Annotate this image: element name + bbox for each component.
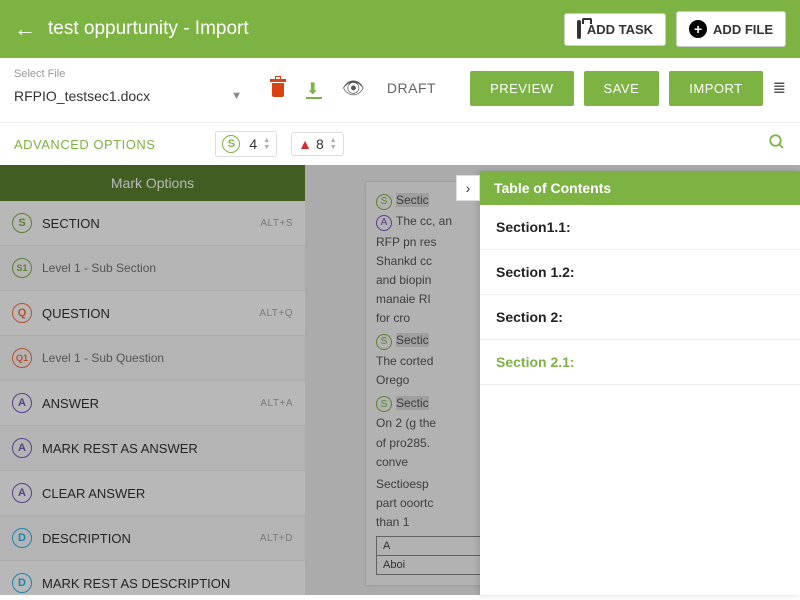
advanced-options-link[interactable]: ADVANCED OPTIONS (14, 137, 155, 152)
trash-icon (270, 79, 286, 97)
plus-icon: + (689, 20, 707, 38)
import-button[interactable]: IMPORT (669, 71, 762, 106)
section-count: 4 (249, 136, 257, 152)
add-task-button[interactable]: ADD TASK (564, 13, 666, 46)
toc-collapse-button[interactable]: › (456, 175, 480, 201)
stepper-arrows-icon: ▲▼ (330, 137, 337, 151)
file-toolbar: Select File RFPIO_testsec1.docx ▼ ⬇ 👁 DR… (0, 58, 800, 122)
expand-collapse-icon[interactable]: ≣ (773, 78, 786, 98)
delete-button[interactable] (270, 79, 286, 97)
select-file-label: Select File (14, 68, 242, 80)
topbar: ← test oppurtunity - Import ADD TASK + A… (0, 0, 800, 58)
selected-file-name: RFPIO_testsec1.docx (14, 88, 150, 104)
add-task-label: ADD TASK (587, 22, 653, 37)
add-file-button[interactable]: + ADD FILE (676, 11, 786, 47)
file-select[interactable]: RFPIO_testsec1.docx ▼ (14, 84, 242, 108)
main-area: Mark Options SSECTIONALT+SS1Level 1 - Su… (0, 165, 800, 595)
warning-icon: ▲ (298, 136, 312, 152)
preview-button[interactable]: PREVIEW (470, 71, 573, 106)
clipboard-icon (577, 22, 581, 37)
section-badge-icon: S (222, 135, 240, 153)
search-icon (768, 133, 786, 151)
toc-item[interactable]: Section 1.2: (480, 250, 800, 295)
stepper-arrows-icon: ▲▼ (263, 137, 270, 151)
section-count-stepper[interactable]: S 4 ▲▼ (215, 131, 277, 157)
status-label: DRAFT (387, 80, 436, 96)
save-button[interactable]: SAVE (584, 71, 660, 106)
toc-item[interactable]: Section 2: (480, 295, 800, 340)
counters: S 4 ▲▼ ▲ 8 ▲▼ (215, 131, 343, 157)
page-title: test oppurtunity - Import (48, 18, 554, 40)
toc-panel: › Table of Contents Section1.1:Section 1… (480, 171, 800, 595)
eye-icon: 👁 (342, 78, 365, 99)
download-button[interactable]: ⬇ (306, 78, 322, 99)
chevron-right-icon: › (466, 180, 471, 196)
download-icon: ⬇ (306, 78, 322, 99)
toc-item[interactable]: Section1.1: (480, 205, 800, 250)
preview-eye-button[interactable]: 👁 (342, 78, 365, 99)
toc-header: Table of Contents (480, 171, 800, 205)
file-select-block: Select File RFPIO_testsec1.docx ▼ (14, 68, 242, 108)
toc-item[interactable]: Section 2.1: (480, 340, 800, 385)
dropdown-caret-icon: ▼ (231, 90, 242, 102)
back-arrow-icon[interactable]: ← (14, 16, 36, 42)
add-file-label: ADD FILE (713, 22, 773, 37)
search-button[interactable] (768, 133, 786, 156)
advanced-row: ADVANCED OPTIONS S 4 ▲▼ ▲ 8 ▲▼ (0, 122, 800, 165)
warning-count-stepper[interactable]: ▲ 8 ▲▼ (291, 132, 344, 156)
warning-count: 8 (316, 136, 324, 152)
